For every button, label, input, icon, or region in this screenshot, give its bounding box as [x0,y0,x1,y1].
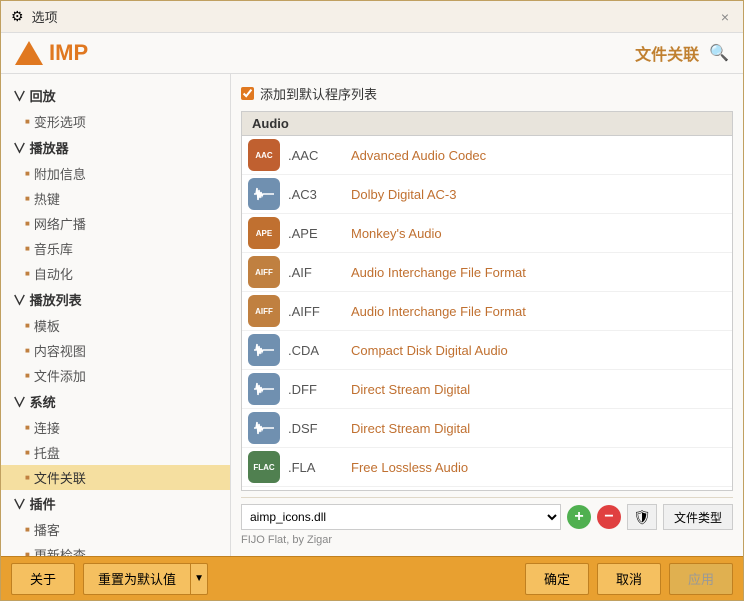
sidebar-item-tray[interactable]: 托盘 [1,440,230,465]
add-to-default-checkbox[interactable] [241,87,254,100]
format-ext: .AAC [288,148,343,163]
sidebar-item-auto[interactable]: 自动化 [1,261,230,286]
format-desc: Advanced Audio Codec [351,148,486,163]
remove-button[interactable]: − [597,505,621,529]
sidebar-item-transform[interactable]: 变形选项 [1,109,230,134]
list-item[interactable]: AAC .AAC Advanced Audio Codec [242,136,732,175]
close-button[interactable]: × [717,9,733,25]
sidebar-category-system[interactable]: ∨ 系统 [1,388,230,415]
format-desc: Audio Interchange File Format [351,304,526,319]
sidebar: ∨ 回放 变形选项 ∨ 播放器 附加信息 热键 网络广播 音乐库 自动化 ∨ 播… [1,74,231,556]
dll-select[interactable]: aimp_icons.dll [241,504,561,530]
checkbox-label: 添加到默认程序列表 [260,84,377,103]
sidebar-item-fileassoc[interactable]: 文件关联 [1,465,230,490]
format-desc: Direct Stream Digital [351,382,470,397]
format-ext: .DFF [288,382,343,397]
add-button[interactable]: + [567,505,591,529]
page-title: 文件关联 [635,41,699,65]
list-item[interactable]: .AC3 Dolby Digital AC-3 [242,175,732,214]
about-button[interactable]: 关于 [11,563,75,595]
window-icon: ⚙ [11,8,24,25]
format-desc: Audio Interchange File Format [351,265,526,280]
list-header: Audio [242,112,732,136]
credit-text: FIJO Flat, by Zigar [241,534,733,546]
sidebar-item-addinfo[interactable]: 附加信息 [1,161,230,186]
list-item[interactable]: FLAC .FLA Free Lossless Audio [242,448,732,487]
format-desc: Dolby Digital AC-3 [351,187,457,202]
format-desc: Direct Stream Digital [351,421,470,436]
titlebar: ⚙ 选项 × [1,1,743,33]
main-panel: 添加到默认程序列表 Audio AAC .AAC Advanced Audio Co… [231,74,743,556]
format-ext: .FLA [288,460,343,475]
format-ext: .AIFF [288,304,343,319]
aimp-logo: IMP [15,39,88,67]
sidebar-item-podcast[interactable]: 播客 [1,517,230,542]
format-icon: AIFF [248,295,280,327]
window-title: 选项 [32,7,58,26]
file-list-container: Audio AAC .AAC Advanced Audio Codec .AC3 Dol… [241,111,733,491]
sidebar-item-contentview[interactable]: 内容视图 [1,338,230,363]
window: ⚙ 选项 × IMP 文件关联 🔍 ∨ 回放 变形选项 ∨ 播放器 附加信息 热… [0,0,744,601]
format-icon [248,373,280,405]
bottom-toolbar: aimp_icons.dll + − 🛡 文件类型 [241,497,733,530]
format-icon [248,178,280,210]
reset-group: 重置为默认值 ▼ [83,563,208,595]
filetype-button[interactable]: 文件类型 [663,504,733,530]
list-item[interactable]: FLAC.FLACFree Lossless Audio [242,487,732,490]
list-item[interactable]: APE .APE Monkey's Audio [242,214,732,253]
checkbox-row: 添加到默认程序列表 [241,84,733,103]
reset-arrow-button[interactable]: ▼ [190,563,208,595]
format-desc: Monkey's Audio [351,226,442,241]
top-header: IMP 文件关联 🔍 [1,33,743,74]
sidebar-item-template[interactable]: 模板 [1,313,230,338]
sidebar-item-fileadd[interactable]: 文件添加 [1,363,230,388]
shield-button[interactable]: 🛡 [627,504,657,530]
format-icon: FLAC [248,451,280,483]
sidebar-item-connect[interactable]: 连接 [1,415,230,440]
list-item[interactable]: AIFF .AIFF Audio Interchange File Format [242,292,732,331]
format-desc: Free Lossless Audio [351,460,468,475]
format-icon: AIFF [248,256,280,288]
search-icon[interactable]: 🔍 [709,43,729,63]
list-item[interactable]: .CDA Compact Disk Digital Audio [242,331,732,370]
file-list-body[interactable]: AAC .AAC Advanced Audio Codec .AC3 Dolby Dig… [242,136,732,490]
sidebar-item-update[interactable]: 更新检查 [1,542,230,556]
cancel-button[interactable]: 取消 [597,563,661,595]
titlebar-left: ⚙ 选项 [11,7,58,26]
format-ext: .AIF [288,265,343,280]
format-desc: Compact Disk Digital Audio [351,343,508,358]
format-ext: .APE [288,226,343,241]
sidebar-category-playback[interactable]: ∨ 回放 [1,82,230,109]
footer: 关于 重置为默认值 ▼ 确定 取消 应用 [1,556,743,600]
list-item[interactable]: AIFF .AIF Audio Interchange File Format [242,253,732,292]
format-ext: .DSF [288,421,343,436]
format-ext: .CDA [288,343,343,358]
list-item[interactable]: .DSF Direct Stream Digital [242,409,732,448]
content-area: ∨ 回放 变形选项 ∨ 播放器 附加信息 热键 网络广播 音乐库 自动化 ∨ 播… [1,74,743,556]
format-icon [248,412,280,444]
format-icon [248,334,280,366]
apply-button[interactable]: 应用 [669,563,733,595]
format-ext: .AC3 [288,187,343,202]
sidebar-item-netradio[interactable]: 网络广播 [1,211,230,236]
sidebar-category-playlist[interactable]: ∨ 播放列表 [1,286,230,313]
sidebar-category-plugins[interactable]: ∨ 插件 [1,490,230,517]
sidebar-category-player[interactable]: ∨ 播放器 [1,134,230,161]
sidebar-item-hotkeys[interactable]: 热键 [1,186,230,211]
list-item[interactable]: .DFF Direct Stream Digital [242,370,732,409]
confirm-button[interactable]: 确定 [525,563,589,595]
logo-text: IMP [49,40,88,66]
format-icon: AAC [248,139,280,171]
format-icon: APE [248,217,280,249]
sidebar-item-library[interactable]: 音乐库 [1,236,230,261]
reset-button[interactable]: 重置为默认值 [83,563,190,595]
